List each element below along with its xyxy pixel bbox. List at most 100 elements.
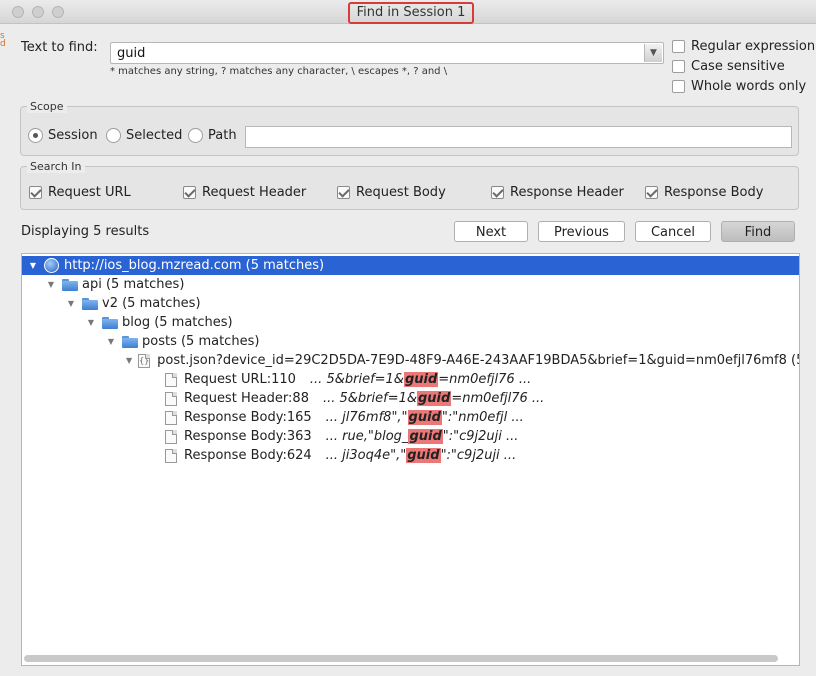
file-label: post.json?device_id=29C2D5DA-7E9D-48F9-A… (157, 353, 800, 368)
minimize-window-icon[interactable] (32, 6, 44, 18)
match-highlight: guid (403, 372, 439, 387)
host-label: http://ios_blog.mzread.com (5 matches) (64, 258, 325, 273)
match-snippet: ... rue,"blog_guid":"c9j2uji ... (325, 429, 519, 444)
next-button[interactable]: Next (454, 221, 528, 242)
match-snippet: ... 5&brief=1&guid=nm0efjl76 ... (322, 391, 545, 406)
collapse-triangle-icon[interactable]: ▼ (86, 318, 96, 327)
request-header-checkbox[interactable] (183, 186, 196, 199)
document-icon (165, 448, 177, 463)
folder-icon (82, 297, 98, 310)
request-body-checkbox[interactable] (337, 186, 350, 199)
search-request-body-option[interactable]: Request Body (337, 185, 446, 200)
match-row[interactable]: Request Header:88 ... 5&brief=1&guid=nm0… (22, 389, 799, 408)
match-snippet: ... 5&brief=1&guid=nm0efjl76 ... (309, 372, 532, 387)
path-input[interactable] (245, 126, 792, 148)
posts-label: posts (5 matches) (142, 334, 260, 349)
title-bar: Find in Session 1 (0, 0, 816, 24)
match-highlight: guid (408, 429, 443, 444)
match-row[interactable]: Response Body:624 ... ji3oq4e","guid":"c… (22, 446, 799, 465)
collapse-triangle-icon[interactable]: ▼ (126, 356, 132, 365)
v2-label: v2 (5 matches) (102, 296, 201, 311)
find-label: Text to find: (21, 40, 98, 55)
scope-title: Scope (27, 100, 67, 113)
collapse-triangle-icon[interactable]: ▼ (46, 280, 56, 289)
search-response-body-option[interactable]: Response Body (645, 185, 763, 200)
find-input[interactable] (111, 43, 641, 63)
folder-icon (102, 316, 118, 329)
document-icon (165, 410, 177, 425)
tree-row-file[interactable]: ▼ {} post.json?device_id=29C2D5DA-7E9D-4… (22, 351, 799, 370)
match-highlight: guid (417, 391, 452, 406)
session-label: Session (48, 128, 98, 143)
whole-words-label: Whole words only (691, 79, 807, 94)
background-window-edge: sd (0, 31, 6, 49)
tree-row-posts[interactable]: ▼ posts (5 matches) (22, 332, 799, 351)
path-label: Path (208, 128, 237, 143)
match-label: Request URL:110 (184, 372, 296, 387)
search-in-title: Search In (27, 160, 85, 173)
search-request-header-option[interactable]: Request Header (183, 185, 306, 200)
match-row[interactable]: Response Body:165 ... jl76mf8","guid":"n… (22, 408, 799, 427)
collapse-triangle-icon[interactable]: ▼ (66, 299, 76, 308)
collapse-triangle-icon[interactable]: ▼ (28, 261, 38, 270)
selected-radio[interactable] (106, 128, 121, 143)
close-window-icon[interactable] (12, 6, 24, 18)
regex-label: Regular expression (691, 39, 816, 54)
tree-row-blog[interactable]: ▼ blog (5 matches) (22, 313, 799, 332)
regex-option[interactable]: Regular expression (672, 39, 815, 54)
folder-icon (62, 278, 78, 291)
results-tree[interactable]: ▼ http://ios_blog.mzread.com (5 matches)… (21, 253, 800, 666)
collapse-triangle-icon[interactable]: ▼ (106, 337, 116, 346)
find-button[interactable]: Find (721, 221, 795, 242)
blog-label: blog (5 matches) (122, 315, 233, 330)
case-option[interactable]: Case sensitive (672, 59, 785, 74)
scope-selected-option[interactable]: Selected (106, 128, 182, 143)
whole-words-checkbox[interactable] (672, 80, 685, 93)
document-icon (165, 391, 177, 406)
scope-path-option[interactable]: Path (188, 128, 237, 143)
horizontal-scrollbar[interactable] (24, 655, 778, 662)
selected-label: Selected (126, 128, 183, 143)
match-highlight: guid (407, 410, 442, 425)
match-row[interactable]: Request URL:110 ... 5&brief=1&guid=nm0ef… (22, 370, 799, 389)
search-request-url-option[interactable]: Request URL (29, 185, 131, 200)
tree-row-host[interactable]: ▼ http://ios_blog.mzread.com (5 matches) (22, 256, 799, 275)
request-header-label: Request Header (202, 185, 307, 200)
case-checkbox[interactable] (672, 60, 685, 73)
path-radio[interactable] (188, 128, 203, 143)
match-label: Response Body:165 (184, 410, 312, 425)
response-body-label: Response Body (664, 185, 764, 200)
globe-icon (44, 258, 59, 273)
find-combo[interactable]: ▼ (110, 42, 664, 64)
cancel-button[interactable]: Cancel (635, 221, 711, 242)
response-header-label: Response Header (510, 185, 624, 200)
zoom-window-icon[interactable] (52, 6, 64, 18)
window-title: Find in Session 1 (348, 2, 474, 24)
history-dropdown-icon[interactable]: ▼ (644, 44, 662, 62)
response-header-checkbox[interactable] (491, 186, 504, 199)
regex-checkbox[interactable] (672, 40, 685, 53)
find-hint: * matches any string, ? matches any char… (110, 66, 448, 77)
response-body-checkbox[interactable] (645, 186, 658, 199)
whole-words-option[interactable]: Whole words only (672, 79, 806, 94)
previous-button[interactable]: Previous (538, 221, 625, 242)
match-snippet: ... jl76mf8","guid":"nm0efjl ... (325, 410, 524, 425)
scope-session-option[interactable]: Session (28, 128, 98, 143)
search-response-header-option[interactable]: Response Header (491, 185, 624, 200)
request-url-checkbox[interactable] (29, 186, 42, 199)
session-radio[interactable] (28, 128, 43, 143)
case-label: Case sensitive (691, 59, 785, 74)
match-highlight: guid (406, 448, 441, 463)
match-label: Response Body:363 (184, 429, 312, 444)
match-row[interactable]: Response Body:363 ... rue,"blog_guid":"c… (22, 427, 799, 446)
match-label: Response Body:624 (184, 448, 312, 463)
tree-row-api[interactable]: ▼ api (5 matches) (22, 275, 799, 294)
tree-row-v2[interactable]: ▼ v2 (5 matches) (22, 294, 799, 313)
request-body-label: Request Body (356, 185, 446, 200)
folder-icon (122, 335, 138, 348)
json-file-icon: {} (138, 353, 151, 368)
request-url-label: Request URL (48, 185, 131, 200)
document-icon (165, 372, 177, 387)
match-label: Request Header:88 (184, 391, 309, 406)
match-snippet: ... ji3oq4e","guid":"c9j2uji ... (325, 448, 517, 463)
